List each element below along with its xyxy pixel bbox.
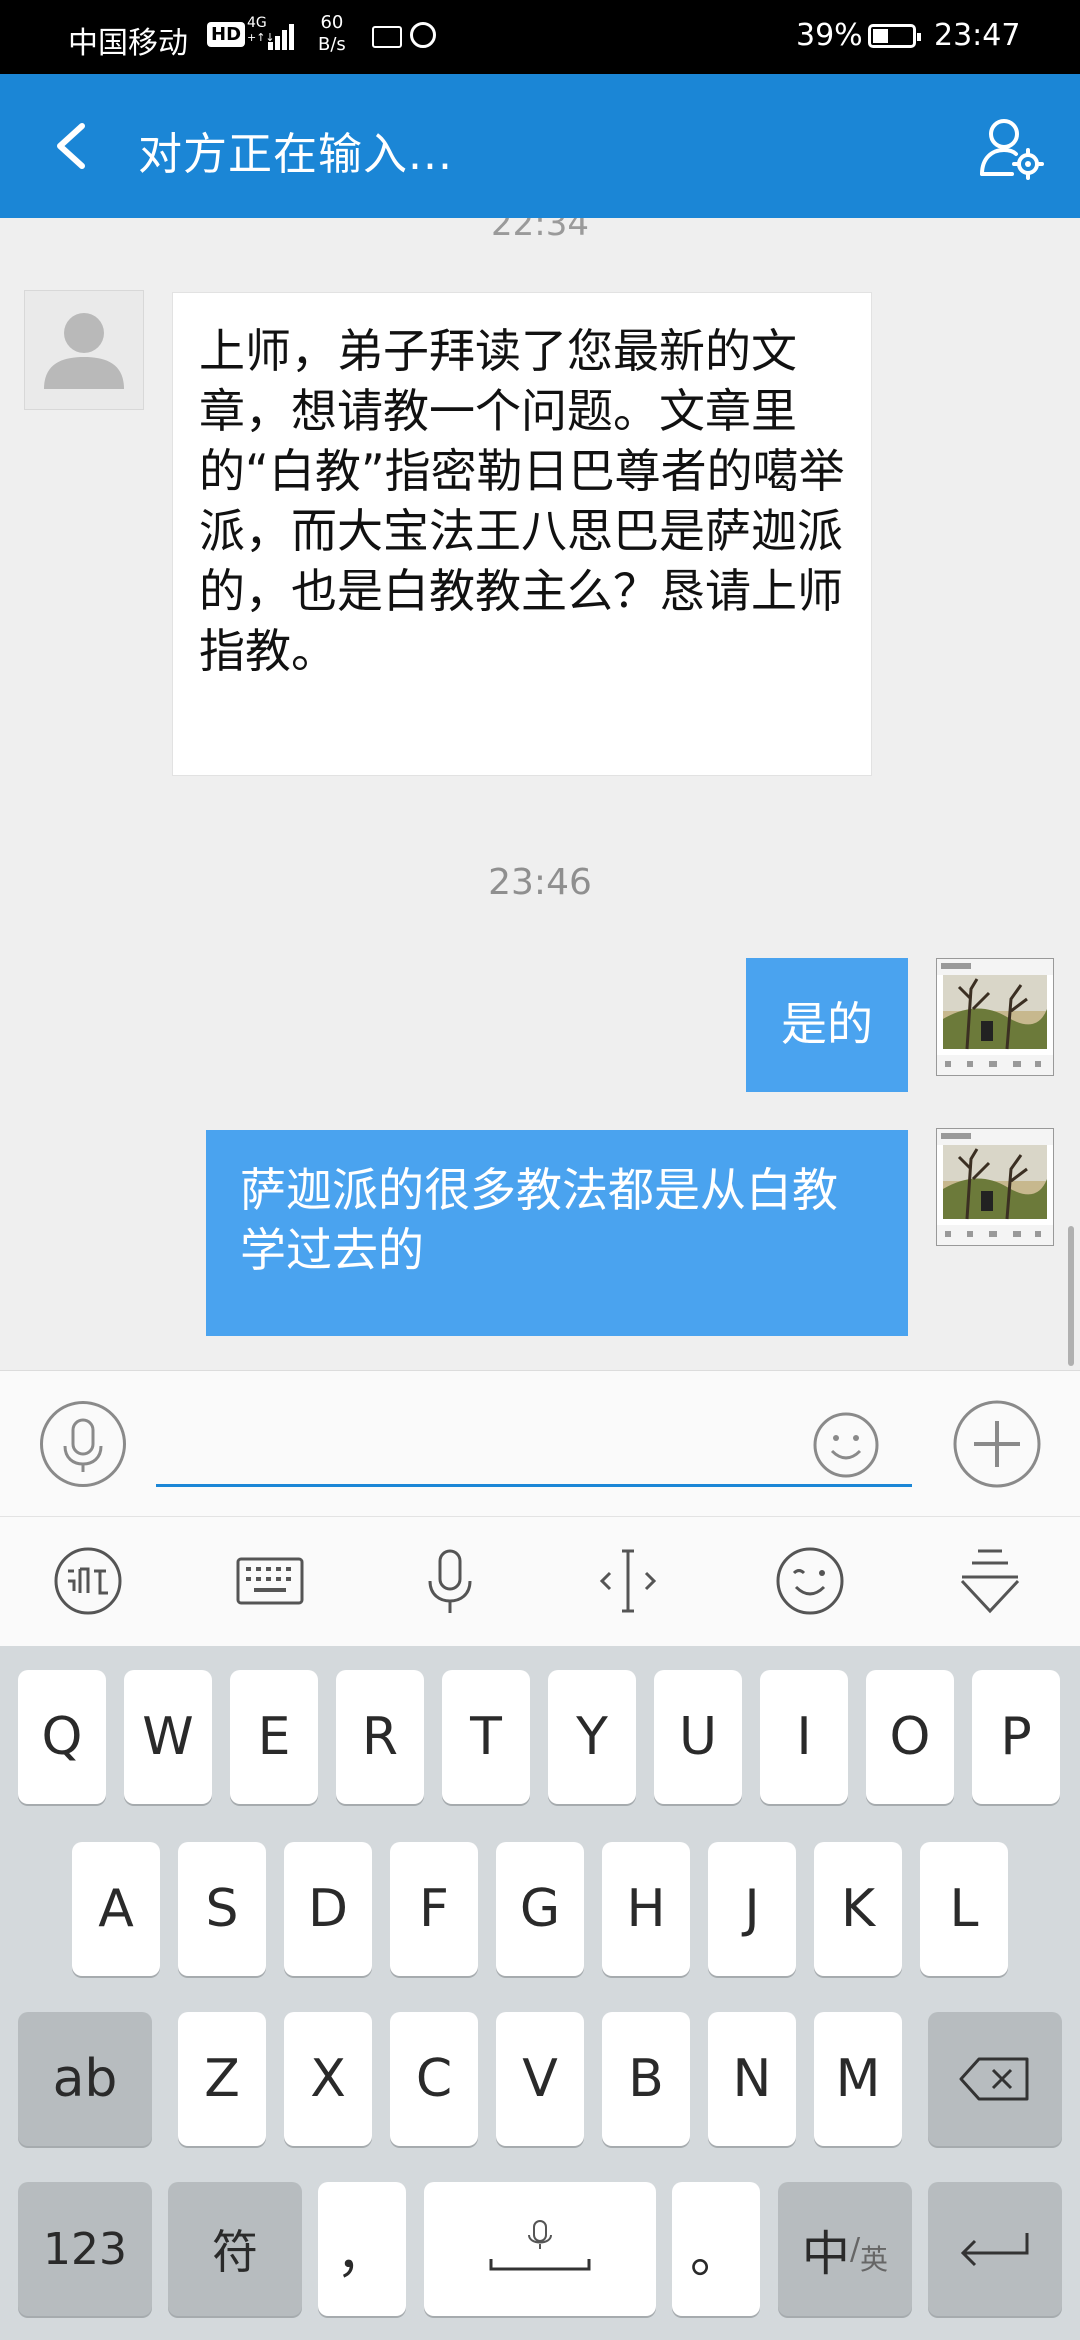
key-t[interactable]: T — [442, 1670, 530, 1804]
battery-percent: 39% — [796, 18, 863, 53]
enter-key[interactable] — [928, 2182, 1062, 2316]
key-y[interactable]: Y — [548, 1670, 636, 1804]
key-l[interactable]: L — [920, 1842, 1008, 1976]
scrollbar[interactable] — [1068, 1226, 1074, 1366]
chat-area[interactable]: 22:34 上师，弟子拜读了您最新的文章，想请教一个问题。文章里的“白教”指密勒… — [0, 218, 1080, 1370]
contact-settings-icon[interactable] — [978, 114, 1044, 180]
key-w[interactable]: W — [124, 1670, 212, 1804]
enter-icon — [960, 2233, 1029, 2267]
back-arrow-icon[interactable] — [48, 118, 96, 174]
key-h[interactable]: H — [602, 1842, 690, 1976]
key-a[interactable]: A — [72, 1842, 160, 1976]
network-type-label: 4G — [247, 15, 267, 31]
key-f[interactable]: F — [390, 1842, 478, 1976]
key-n[interactable]: N — [708, 2012, 796, 2146]
key-x[interactable]: X — [284, 2012, 372, 2146]
lang-main-label: 中 — [801, 2226, 850, 2282]
keyboard-toolbar — [0, 1516, 1080, 1647]
key-i[interactable]: I — [760, 1670, 848, 1804]
emoji-icon[interactable] — [812, 1411, 880, 1479]
numbers-key[interactable]: 123 — [18, 2182, 152, 2316]
keyboard-status-icon — [372, 26, 402, 48]
keyboard-layout-icon[interactable] — [230, 1541, 310, 1621]
timestamp: 22:34 — [491, 218, 589, 244]
avatar-photo-thumbnail — [937, 1129, 1053, 1245]
case-toggle-key[interactable]: ab — [18, 2012, 152, 2146]
contact-avatar[interactable] — [24, 290, 144, 410]
battery-fill — [873, 29, 888, 43]
my-avatar[interactable] — [936, 1128, 1054, 1246]
signal-icon — [268, 20, 300, 50]
lang-separator: / — [849, 2231, 861, 2267]
key-p[interactable]: P — [972, 1670, 1060, 1804]
key-b[interactable]: B — [602, 2012, 690, 2146]
message-input[interactable] — [156, 1399, 912, 1487]
period-key[interactable]: 。 — [672, 2182, 760, 2316]
my-avatar[interactable] — [936, 958, 1054, 1076]
outgoing-message-bubble[interactable]: 萨迦派的很多教法都是从白教学过去的 — [206, 1130, 908, 1336]
symbols-key[interactable]: 符 — [168, 2182, 302, 2316]
key-r[interactable]: R — [336, 1670, 424, 1804]
battery-icon — [868, 24, 921, 48]
hide-keyboard-icon[interactable] — [950, 1541, 1030, 1621]
key-v[interactable]: V — [496, 2012, 584, 2146]
cursor-move-icon[interactable] — [588, 1541, 668, 1621]
space-key[interactable] — [424, 2182, 656, 2316]
key-g[interactable]: G — [496, 1842, 584, 1976]
key-e[interactable]: E — [230, 1670, 318, 1804]
key-o[interactable]: O — [866, 1670, 954, 1804]
key-j[interactable]: J — [708, 1842, 796, 1976]
hd-badge: HD — [207, 22, 246, 47]
add-attachment-icon[interactable] — [952, 1399, 1042, 1489]
lang-sub-label: 英 — [860, 2243, 889, 2276]
page-title: 对方正在输入... — [138, 129, 453, 180]
language-toggle-key[interactable]: 中 / 英 — [778, 2182, 912, 2316]
ime-logo-icon[interactable] — [48, 1541, 128, 1621]
key-k[interactable]: K — [814, 1842, 902, 1976]
status-bar: 中国移动 HD 4G +↑↓ 60 B/s 39% 23:47 — [0, 0, 1080, 74]
avatar-photo-thumbnail — [937, 959, 1053, 1075]
key-u[interactable]: U — [654, 1670, 742, 1804]
backspace-icon — [959, 2057, 1029, 2101]
microphone-icon — [63, 1418, 103, 1472]
voice-input-button[interactable] — [40, 1401, 126, 1487]
key-m[interactable]: M — [814, 2012, 902, 2146]
key-s[interactable]: S — [178, 1842, 266, 1976]
chat-header: 对方正在输入... — [0, 74, 1080, 218]
incoming-message-bubble[interactable]: 上师，弟子拜读了您最新的文章，想请教一个问题。文章里的“白教”指密勒日巴尊者的噶… — [172, 292, 872, 776]
key-q[interactable]: Q — [18, 1670, 106, 1804]
backspace-key[interactable] — [928, 2012, 1062, 2146]
timestamp: 23:46 — [488, 862, 592, 903]
key-c[interactable]: C — [390, 2012, 478, 2146]
net-speed-unit: B/s — [318, 34, 346, 55]
key-z[interactable]: Z — [178, 2012, 266, 2146]
net-speed: 60 B/s — [318, 12, 346, 56]
emoticon-icon[interactable] — [770, 1541, 850, 1621]
keyboard: Q W E R T Y U I O P A S D F G H J K L ab… — [0, 1646, 1080, 2340]
carrier-label: 中国移动 — [68, 26, 188, 61]
globe-icon — [410, 22, 436, 48]
net-speed-value: 60 — [320, 12, 344, 33]
message-input-bar — [0, 1370, 1080, 1517]
outgoing-message-bubble[interactable]: 是的 — [746, 958, 908, 1092]
voice-typing-icon[interactable] — [410, 1541, 490, 1621]
space-mic-icon — [489, 2220, 591, 2271]
key-d[interactable]: D — [284, 1842, 372, 1976]
comma-key[interactable]: ， — [318, 2182, 406, 2316]
clock: 23:47 — [934, 18, 1021, 53]
default-avatar-icon — [44, 313, 124, 389]
